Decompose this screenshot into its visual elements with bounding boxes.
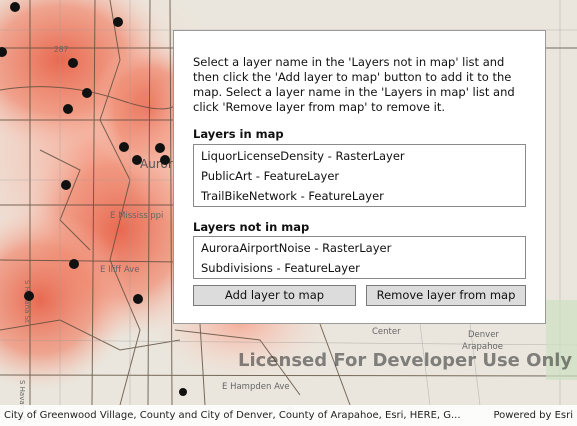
list-item[interactable]: Subdivisions - FeatureLayer	[194, 258, 525, 278]
layers-not-in-map-label: Layers not in map	[193, 220, 310, 234]
list-item[interactable]: AuroraAirportNoise - RasterLayer	[194, 238, 525, 258]
map-label-287: 287	[54, 45, 69, 54]
powered-by-esri[interactable]: Powered by Esri	[493, 405, 573, 426]
map-label-denver: Denver	[468, 330, 499, 340]
list-item[interactable]: PublicArt - FeatureLayer	[194, 166, 525, 186]
attribution-bar: City of Greenwood Village, County and Ci…	[0, 405, 577, 426]
map-label-havana-1: S Havana St	[23, 280, 31, 323]
list-item[interactable]: TrailBikeNetwork - FeatureLayer	[194, 186, 525, 206]
remove-layer-button[interactable]: Remove layer from map	[366, 285, 526, 306]
add-layer-button[interactable]: Add layer to map	[193, 285, 356, 306]
list-item[interactable]: LiquorLicenseDensity - RasterLayer	[194, 146, 525, 166]
map-label-center: Center	[372, 327, 401, 337]
layer-list-panel: Select a layer name in the 'Layers not i…	[173, 30, 546, 324]
map-label-mississippi: E Mississippi	[110, 211, 163, 221]
map-label-iliff: E Iliff Ave	[100, 265, 139, 275]
license-watermark: Licensed For Developer Use Only	[238, 350, 573, 371]
layers-in-map-list[interactable]: LiquorLicenseDensity - RasterLayer Publi…	[193, 144, 526, 207]
layers-in-map-label: Layers in map	[193, 127, 284, 141]
attribution-text[interactable]: City of Greenwood Village, County and Ci…	[4, 405, 461, 426]
map-label-hampden: E Hampden Ave	[222, 382, 290, 392]
instructions-text: Select a layer name in the 'Layers not i…	[193, 55, 515, 114]
layers-not-in-map-list[interactable]: AuroraAirportNoise - RasterLayer Subdivi…	[193, 236, 526, 279]
